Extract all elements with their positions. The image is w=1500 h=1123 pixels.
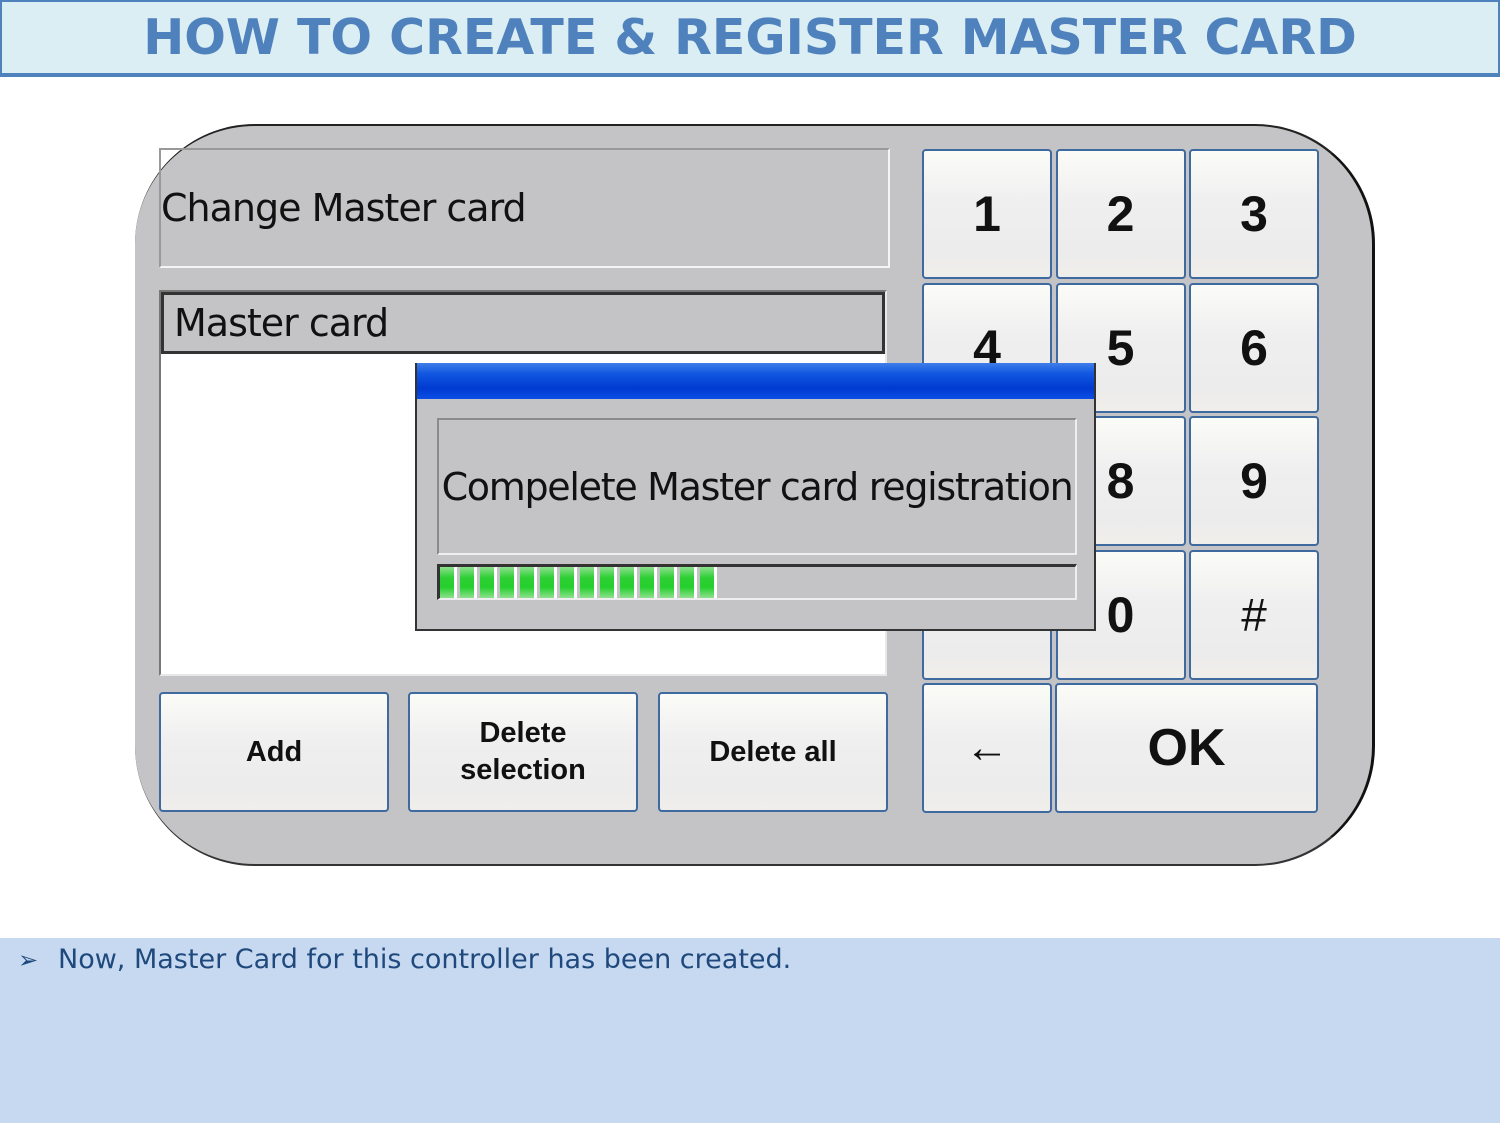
ok-button-label: OK — [1147, 719, 1226, 777]
key-9[interactable]: 9 — [1189, 416, 1319, 546]
dialog-message: Compelete Master card registration — [441, 464, 1074, 509]
progress-segment — [620, 567, 634, 598]
backspace-button[interactable]: ← — [922, 683, 1052, 813]
dialog-titlebar — [417, 363, 1094, 399]
progress-segment — [700, 567, 714, 598]
progress-segment — [460, 567, 474, 598]
note-text: Now, Master Card for this controller has… — [58, 944, 792, 975]
key-2[interactable]: 2 — [1055, 149, 1186, 279]
key-label: 6 — [1240, 319, 1268, 376]
add-button[interactable]: Add — [159, 692, 389, 812]
list-column-header-label: Master card — [174, 301, 389, 345]
key-label: 5 — [1106, 319, 1135, 376]
key-label: 2 — [1106, 186, 1135, 242]
key-label: # — [1241, 588, 1267, 641]
key-3[interactable]: 3 — [1189, 149, 1319, 279]
slide-title: HOW TO CREATE & REGISTER MASTER CARD — [143, 9, 1357, 66]
slide-title-bar: HOW TO CREATE & REGISTER MASTER CARD — [0, 0, 1500, 77]
progress-segment — [540, 567, 554, 598]
progress-segment — [480, 567, 494, 598]
delete-selection-button[interactable]: Delete selection — [408, 692, 638, 812]
delete-all-button[interactable]: Delete all — [658, 692, 888, 812]
key-hash[interactable]: # — [1189, 549, 1319, 680]
progress-segment — [440, 567, 454, 598]
progress-segment — [520, 567, 534, 598]
note-item: ➢ Now, Master Card for this controller h… — [18, 944, 791, 975]
progress-fill — [440, 567, 720, 598]
key-label: 3 — [1240, 186, 1268, 242]
backspace-arrow-icon: ← — [965, 723, 1009, 772]
key-label: 9 — [1240, 453, 1268, 509]
screen-header: Change Master card — [159, 148, 890, 268]
progress-segment — [560, 567, 574, 598]
progress-segment — [640, 567, 654, 598]
delete-all-button-label: Delete all — [709, 735, 837, 768]
ok-button[interactable]: OK — [1055, 683, 1318, 813]
dialog-message-box: Compelete Master card registration — [437, 418, 1077, 555]
delete-selection-button-label: Delete selection — [460, 717, 586, 786]
key-label: 0 — [1106, 586, 1135, 643]
progress-segment — [580, 567, 594, 598]
key-label: 8 — [1106, 453, 1135, 509]
arrow-bullet-icon: ➢ — [18, 945, 39, 974]
progress-segment — [680, 567, 694, 598]
progress-segment — [500, 567, 514, 598]
add-button-label: Add — [245, 735, 303, 768]
progress-segment — [600, 567, 614, 598]
key-label: 1 — [973, 186, 1001, 242]
list-column-header: Master card — [161, 292, 885, 354]
progress-segment — [660, 567, 674, 598]
registration-progress-bar — [437, 564, 1077, 600]
screen-header-label: Change Master card — [161, 186, 527, 230]
key-6[interactable]: 6 — [1189, 282, 1319, 413]
registration-dialog: Compelete Master card registration — [415, 363, 1096, 631]
key-1[interactable]: 1 — [922, 149, 1052, 279]
